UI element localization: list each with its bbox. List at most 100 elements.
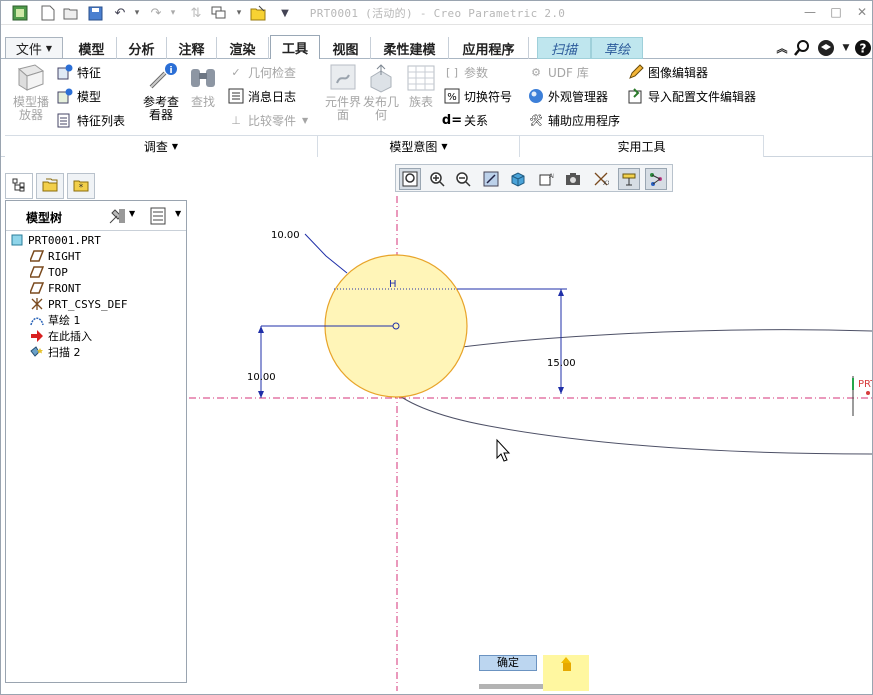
dashboard-strip	[479, 684, 543, 689]
community-dropdown-icon[interactable]: ▼	[837, 39, 855, 57]
ok-button-label: 确定	[497, 656, 519, 669]
dim-diameter[interactable]: 10.00	[271, 230, 300, 241]
ribbon-tools: 模型播放器 特征 模型 特征列表 i 参考查看器 查找 ✓ 几何检查 消息日志 …	[1, 59, 872, 157]
ok-button[interactable]: 确定	[479, 655, 537, 671]
chevron-down-icon[interactable]: ▼	[175, 209, 181, 218]
tab-sketch[interactable]: 草绘	[591, 37, 643, 59]
model-player-button[interactable]: 模型播放器	[9, 63, 53, 122]
chevron-down-icon: ▼	[302, 115, 309, 125]
tree-item-insert-here[interactable]: 在此插入	[30, 328, 92, 344]
image-editor-button[interactable]: 图像编辑器	[628, 62, 708, 82]
refit-icon[interactable]	[399, 168, 421, 190]
chevron-down-icon[interactable]: ▼	[129, 209, 135, 218]
tree-item-part[interactable]: PRT0001.PRT	[10, 232, 101, 248]
model-tree-tab[interactable]	[5, 173, 33, 199]
switch-symbols-icon: %	[444, 88, 460, 104]
tab-sweep[interactable]: 扫描	[537, 37, 591, 59]
sticky-note	[543, 655, 589, 691]
model-intent-group-label[interactable]: 模型意图 ▼	[318, 135, 520, 157]
tab-analysis[interactable]: 分析	[117, 37, 167, 59]
feature-button[interactable]: 特征	[57, 62, 101, 82]
svg-text:*: *	[79, 183, 84, 192]
tab-tools[interactable]: 工具	[270, 35, 320, 60]
tab-annotate[interactable]: 注释	[167, 37, 217, 59]
tab-model[interactable]: 模型	[67, 37, 117, 59]
relations-button[interactable]: d= 关系	[441, 110, 488, 130]
reference-viewer-label: 参考查看器	[142, 95, 179, 122]
hide-constraints-icon[interactable]	[645, 168, 667, 190]
sketch-display-icon[interactable]	[618, 168, 640, 190]
chevron-down-icon: ▼	[171, 142, 179, 151]
relations-icon: d=	[441, 112, 463, 128]
find-button[interactable]: 查找	[185, 63, 221, 109]
zoom-in-icon[interactable]	[426, 168, 448, 190]
model-info-button[interactable]: 模型	[57, 86, 101, 106]
investigate-group-label[interactable]: 调查 ▼	[5, 135, 318, 157]
dim-offset[interactable]: 10.00	[247, 372, 276, 383]
tree-item-csys[interactable]: PRT_CSYS_DEF	[30, 296, 127, 312]
folder-browser-tab[interactable]	[36, 173, 64, 199]
sketch-icon	[30, 313, 44, 327]
udf-library-button[interactable]: ⚙ UDF 库	[528, 62, 589, 82]
model-player-icon	[15, 63, 47, 93]
csys-label[interactable]: PRT	[858, 379, 873, 390]
saved-orientations-icon[interactable]: AB	[535, 168, 557, 190]
tree-item-sketch[interactable]: 草绘 1	[30, 312, 81, 328]
community-icon[interactable]	[817, 39, 835, 57]
collapse-ribbon-icon[interactable]: ︽	[773, 39, 791, 57]
tree-columns-icon[interactable]	[150, 207, 166, 228]
parameters-button[interactable]: [ ] 参数	[444, 62, 488, 82]
sketch-canvas[interactable]: H 10.00 15.00 10.00 PRT	[189, 196, 873, 691]
message-log-button[interactable]: 消息日志	[228, 86, 296, 106]
compare-part-button[interactable]: ⊥ 比较零件 ▼	[228, 110, 308, 130]
tab-applications[interactable]: 应用程序	[449, 37, 529, 59]
graphics-area[interactable]: H 10.00 15.00 10.00 PRT	[189, 196, 873, 691]
zoom-out-icon[interactable]	[452, 168, 474, 190]
graphics-toolbar: AB XX	[395, 164, 673, 192]
constraint-h-label[interactable]: H	[389, 279, 397, 290]
favorites-tab[interactable]: *	[67, 173, 95, 199]
import-config-editor-button[interactable]: 导入配置文件编辑器	[628, 86, 756, 106]
feature-list-button[interactable]: 特征列表	[57, 110, 125, 130]
switch-symbols-button[interactable]: % 切换符号	[444, 86, 512, 106]
search-icon[interactable]	[793, 39, 811, 57]
family-table-button[interactable]: 族表	[399, 63, 443, 109]
tree-item-top[interactable]: TOP	[30, 264, 68, 280]
folder-browser-icon	[42, 178, 58, 195]
auxiliary-app-button[interactable]: 🛠 辅助应用程序	[528, 110, 620, 130]
datum-display-icon[interactable]: XX	[590, 168, 612, 190]
datum-plane-icon	[30, 281, 44, 295]
tree-settings-icon[interactable]	[107, 207, 127, 228]
close-icon[interactable]: ✕	[851, 3, 872, 21]
tab-flexible-modeling[interactable]: 柔性建模	[371, 37, 449, 59]
model-tree-tab-icon	[12, 178, 26, 195]
publish-geometry-button[interactable]: 发布几何	[359, 63, 403, 122]
geometry-check-button[interactable]: ✓ 几何检查	[228, 62, 296, 82]
tab-render[interactable]: 渲染	[217, 37, 269, 59]
appearance-manager-button[interactable]: 外观管理器	[528, 86, 608, 106]
svg-text:%: %	[447, 92, 457, 103]
help-icon[interactable]: ?	[854, 39, 872, 57]
tree-item-front[interactable]: FRONT	[30, 280, 81, 296]
file-menu[interactable]: 文件 ▼	[5, 37, 63, 59]
view-manager-icon[interactable]	[562, 168, 584, 190]
tree-item-right[interactable]: RIGHT	[30, 248, 81, 264]
minimize-icon[interactable]: —	[799, 3, 821, 21]
repaint-icon[interactable]	[480, 168, 502, 190]
display-style-icon[interactable]	[507, 168, 529, 190]
tree-item-label: TOP	[48, 265, 68, 279]
binoculars-icon	[187, 63, 219, 93]
restore-icon[interactable]: □	[825, 3, 847, 21]
chevron-down-icon: ▼	[441, 142, 448, 151]
datum-plane-icon	[30, 249, 44, 263]
dim-height[interactable]: 15.00	[547, 358, 576, 369]
tab-view[interactable]: 视图	[321, 37, 371, 59]
part-icon	[10, 233, 24, 247]
tree-item-sweep[interactable]: 扫描 2	[30, 344, 81, 360]
import-config-icon	[628, 88, 644, 104]
tools-icon: 🛠	[529, 113, 543, 127]
compare-part-icon: ⊥	[231, 113, 241, 127]
investigate-label: 调查	[143, 140, 168, 154]
reference-viewer-button[interactable]: i 参考查看器	[139, 63, 183, 122]
publish-geometry-icon	[365, 63, 397, 93]
